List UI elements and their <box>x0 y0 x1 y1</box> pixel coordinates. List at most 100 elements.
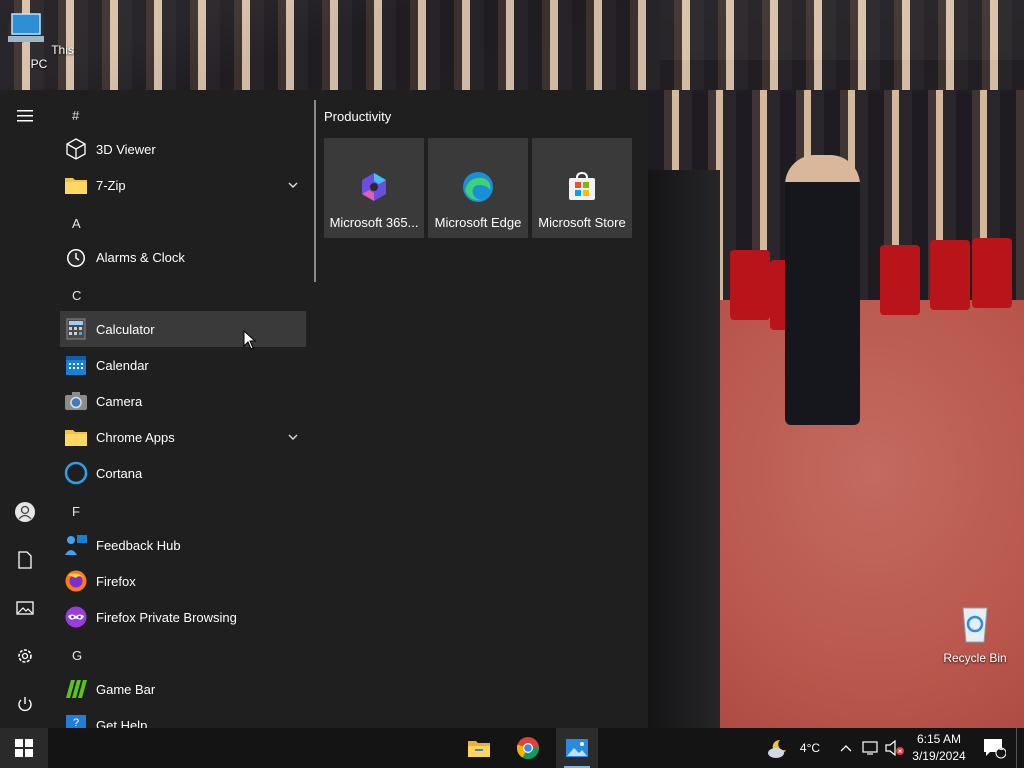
this-pc-desktop-icon[interactable]: This PC <box>1 8 77 71</box>
windows-logo-icon <box>15 739 33 757</box>
microsoft-365-icon <box>362 173 386 201</box>
picture-icon <box>16 601 34 615</box>
app-item-firefox[interactable]: Firefox <box>60 563 306 599</box>
document-icon <box>18 551 32 569</box>
app-item-calendar[interactable]: Calendar <box>60 347 306 383</box>
network-tray-button[interactable] <box>860 728 882 768</box>
feedback-hub-icon <box>64 533 88 557</box>
app-label: 3D Viewer <box>96 141 156 157</box>
edge-icon <box>463 172 493 202</box>
volume-tray-button[interactable] <box>884 728 906 768</box>
power-icon <box>18 697 32 712</box>
firefox-private-icon <box>64 605 88 629</box>
calendar-icon <box>64 353 88 377</box>
app-item-firefox-private[interactable]: Firefox Private Browsing <box>60 599 306 635</box>
letter-header-a[interactable]: A <box>72 216 81 231</box>
tile-microsoft-store[interactable]: Microsoft Store <box>532 138 632 238</box>
wallpaper-person <box>785 155 860 425</box>
start-menu: # 3D Viewer 7-Zip A Alarms & Clock C Cal… <box>0 90 648 728</box>
get-help-icon: ? <box>64 713 88 728</box>
app-label: Firefox <box>96 573 136 589</box>
tiles-area: Productivity Microsoft 365... Microsoft … <box>324 90 644 290</box>
svg-text:?: ? <box>73 717 79 728</box>
app-item-chrome-apps[interactable]: Chrome Apps <box>60 419 306 455</box>
taskbar: 4°C 6:15 AM 3/19/2024 1 <box>0 728 1024 768</box>
gear-icon <box>18 649 32 663</box>
start-rail <box>0 90 50 728</box>
partly-cloudy-night-icon <box>767 739 786 758</box>
app-label: Game Bar <box>96 681 156 697</box>
calculator-icon <box>64 317 88 341</box>
app-label: Calculator <box>96 321 155 337</box>
show-hidden-icons-button[interactable] <box>836 728 856 768</box>
start-button[interactable] <box>0 728 48 768</box>
app-item-calculator[interactable]: Calculator <box>60 311 306 347</box>
app-label: 7-Zip <box>96 177 126 193</box>
app-item-3d-viewer[interactable]: 3D Viewer <box>60 131 306 167</box>
app-label: Cortana <box>96 465 143 481</box>
network-icon <box>862 741 878 755</box>
app-item-alarms-clock[interactable]: Alarms & Clock <box>60 239 306 275</box>
app-item-camera[interactable]: Camera <box>60 383 306 419</box>
weather-widget[interactable]: 4°C <box>758 728 828 768</box>
tile-label: Microsoft Edge <box>434 215 522 230</box>
chevron-down-icon[interactable] <box>286 178 300 192</box>
documents-button[interactable] <box>0 538 50 582</box>
taskbar-file-explorer[interactable] <box>458 728 500 768</box>
tile-label: Microsoft Store <box>538 215 626 230</box>
user-icon <box>15 502 35 522</box>
app-list: # 3D Viewer 7-Zip A Alarms & Clock C Cal… <box>60 90 310 728</box>
letter-header-hash[interactable]: # <box>72 108 79 123</box>
camera-icon <box>64 389 88 413</box>
firefox-icon <box>64 569 88 593</box>
computer-icon <box>8 13 45 42</box>
pictures-button[interactable] <box>0 586 50 630</box>
app-label: Firefox Private Browsing <box>96 609 237 625</box>
app-label: Chrome Apps <box>96 429 175 445</box>
notification-count: 1 <box>998 742 1004 752</box>
wallpaper-chair <box>930 240 970 310</box>
clock[interactable]: 6:15 AM 3/19/2024 <box>906 731 972 765</box>
game-bar-icon <box>64 677 88 701</box>
power-button[interactable] <box>0 682 50 726</box>
app-label: Get Help <box>96 717 148 729</box>
app-label: Feedback Hub <box>96 537 181 553</box>
wallpaper-foreground-person <box>648 170 720 728</box>
weather-temp: 4°C <box>799 741 821 755</box>
volume-muted-icon <box>885 740 904 756</box>
tile-microsoft-365[interactable]: Microsoft 365... <box>324 138 424 238</box>
clock-time: 6:15 AM <box>916 732 962 746</box>
tile-group-title[interactable]: Productivity <box>324 109 391 124</box>
app-item-7-zip[interactable]: 7-Zip <box>60 167 306 203</box>
taskbar-photos[interactable] <box>556 728 598 768</box>
tile-label: Microsoft 365... <box>329 215 419 230</box>
store-icon <box>569 171 595 200</box>
app-item-feedback-hub[interactable]: Feedback Hub <box>60 527 306 563</box>
letter-header-f[interactable]: F <box>72 504 80 519</box>
app-label: Alarms & Clock <box>96 249 185 265</box>
chevron-down-icon[interactable] <box>286 430 300 444</box>
app-label: Camera <box>96 393 143 409</box>
hamburger-menu-button[interactable] <box>0 94 50 138</box>
user-account-button[interactable] <box>0 490 50 534</box>
clock-date: 3/19/2024 <box>912 749 966 763</box>
action-center-button[interactable]: 1 <box>978 728 1010 768</box>
letter-header-c[interactable]: C <box>72 288 81 303</box>
app-item-get-help[interactable]: ? Get Help <box>60 707 306 728</box>
tile-microsoft-edge[interactable]: Microsoft Edge <box>428 138 528 238</box>
settings-button[interactable] <box>0 634 50 678</box>
hamburger-icon <box>17 110 33 122</box>
app-item-cortana[interactable]: Cortana <box>60 455 306 491</box>
app-list-scrollbar[interactable] <box>314 100 316 282</box>
cortana-icon <box>64 461 88 485</box>
taskbar-chrome[interactable] <box>507 728 549 768</box>
show-desktop-button[interactable] <box>1016 728 1024 768</box>
app-item-game-bar[interactable]: Game Bar <box>60 671 306 707</box>
mouse-cursor-icon <box>243 330 257 350</box>
wallpaper-crowd-top <box>0 0 1024 90</box>
chevron-up-icon <box>840 745 852 752</box>
alarm-clock-icon <box>64 245 88 269</box>
letter-header-g[interactable]: G <box>72 648 82 663</box>
recycle-bin-desktop-icon[interactable]: Recycle Bin <box>937 602 1013 665</box>
recycle-bin-icon <box>962 607 988 643</box>
